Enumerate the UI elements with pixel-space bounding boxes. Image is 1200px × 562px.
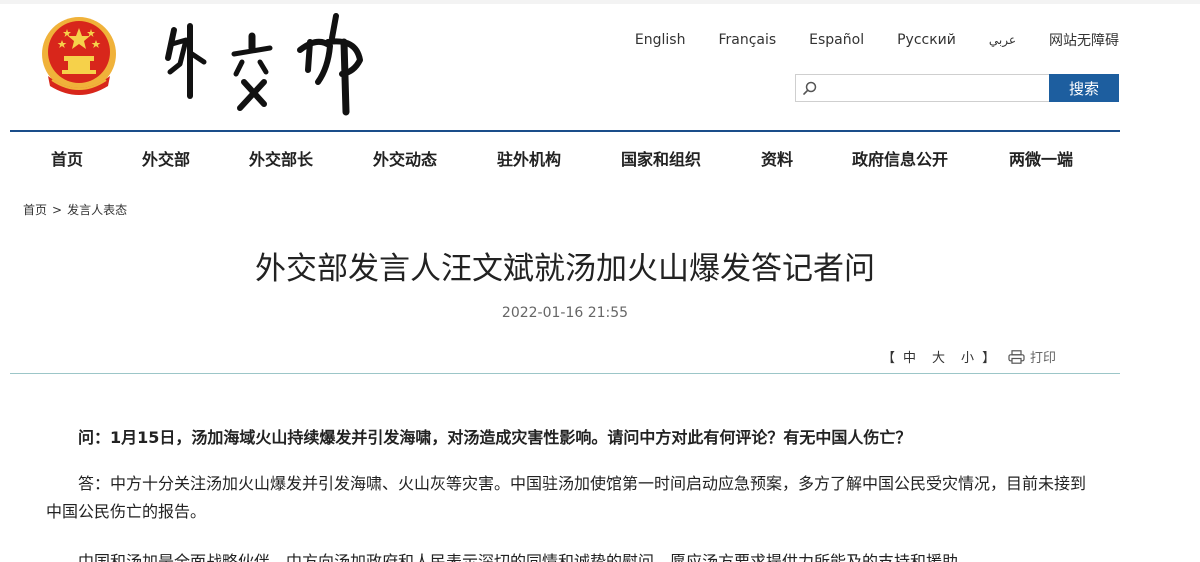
breadcrumb-separator: > (52, 203, 63, 217)
font-size-small-button[interactable]: 小 (961, 351, 974, 366)
article-answer-paragraph: 答：中方十分关注汤加火山爆发并引发海啸、火山灰等灾害。中国驻汤加使馆第一时间启动… (46, 474, 1087, 521)
print-button[interactable]: 打印 (1008, 347, 1056, 366)
top-border (0, 0, 1200, 4)
breadcrumb-current-link[interactable]: 发言人表态 (67, 203, 127, 217)
search-input[interactable] (824, 77, 1044, 99)
ministry-calligraphy-logo[interactable] (160, 12, 370, 122)
accessibility-link[interactable]: 网站无障碍 (1049, 30, 1119, 50)
lang-arabic-link[interactable]: عربي (989, 33, 1016, 47)
search-button[interactable]: 搜索 (1049, 74, 1119, 102)
search-box (795, 74, 1050, 102)
nav-item-diplomatic-news[interactable]: 外交动态 (373, 146, 437, 170)
nav-item-ministry[interactable]: 外交部 (142, 146, 190, 170)
font-size-medium-button[interactable]: 中 (903, 351, 916, 366)
lang-french-link[interactable]: Français (718, 32, 776, 48)
national-emblem-icon[interactable] (38, 14, 120, 98)
article-title: 外交部发言人汪文斌就汤加火山爆发答记者问 (255, 251, 875, 287)
nav-item-minister[interactable]: 外交部长 (249, 146, 313, 170)
lang-russian-link[interactable]: Русский (897, 32, 956, 48)
article-answer-paragraph-2: 中国和汤加是全面战略伙伴，中方向汤加政府和人民表示深切的同情和诚挚的慰问，愿应汤… (78, 552, 975, 562)
main-nav: 首页 外交部 外交部长 外交动态 驻外机构 国家和组织 资料 政府信息公开 两微… (10, 132, 1120, 178)
nav-item-countries-organizations[interactable]: 国家和组织 (621, 146, 701, 170)
article-divider (10, 373, 1120, 374)
language-bar: English Français Español Русский عربي 网站… (635, 30, 1119, 50)
lang-english-link[interactable]: English (635, 32, 686, 48)
breadcrumb-home-link[interactable]: 首页 (23, 203, 47, 217)
lang-spanish-link[interactable]: Español (809, 32, 864, 48)
search-icon (803, 81, 817, 95)
print-label: 打印 (1030, 351, 1057, 366)
article-date: 2022-01-16 21:55 (501, 305, 629, 321)
font-size-controls: 【中 大 小】 (882, 347, 995, 366)
font-size-close-bracket: 】 (982, 351, 996, 366)
nav-item-social-media[interactable]: 两微一端 (1009, 146, 1073, 170)
printer-icon (1008, 349, 1025, 364)
breadcrumb: 首页 > 发言人表态 (23, 201, 127, 218)
font-size-large-button[interactable]: 大 (932, 351, 945, 366)
nav-item-gov-info[interactable]: 政府信息公开 (852, 146, 948, 170)
nav-item-resources[interactable]: 资料 (761, 146, 793, 170)
nav-item-home[interactable]: 首页 (51, 146, 83, 170)
font-size-open-bracket: 【 (882, 351, 896, 366)
article-question: 问：1月15日，汤加海域火山持续爆发并引发海啸，对汤造成灾害性影响。请问中方对此… (78, 428, 912, 447)
nav-item-missions-abroad[interactable]: 驻外机构 (497, 146, 561, 170)
